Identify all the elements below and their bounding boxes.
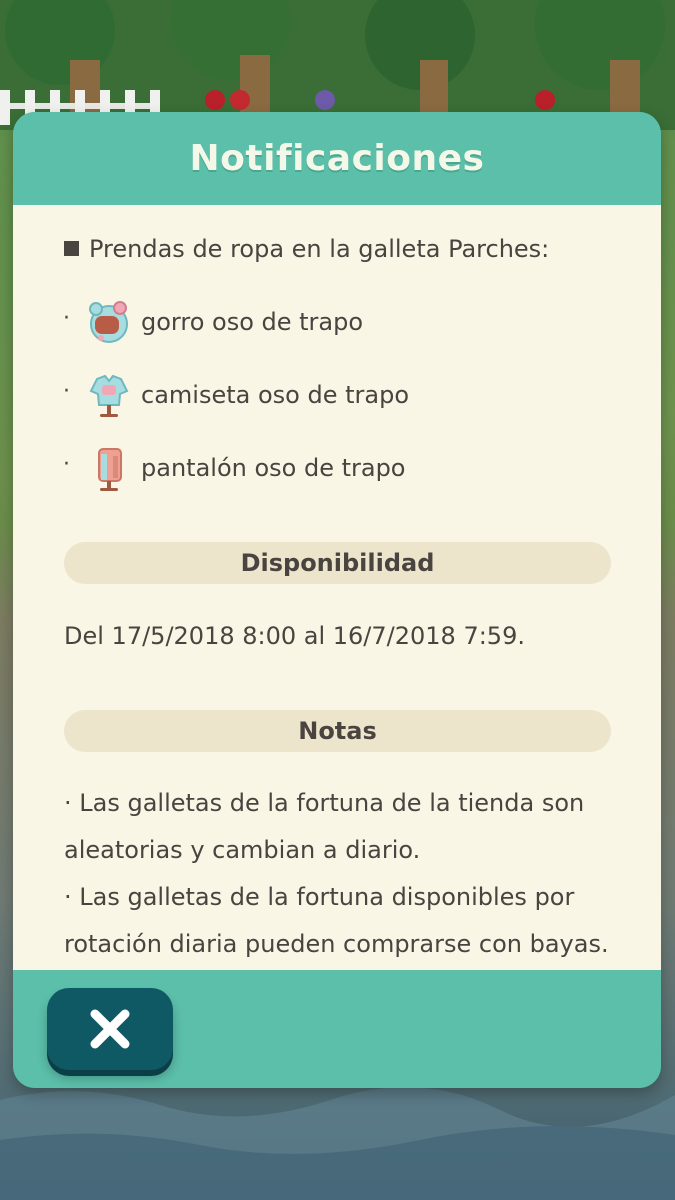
list-item: · gorro oso de trapo [63,300,623,350]
close-x-icon [90,1009,130,1049]
bear-shirt-icon [89,374,129,417]
bear-pants-icon [98,448,122,491]
intro-text: Prendas de ropa en la galleta Parches: [89,235,550,263]
item-bullet: · [63,379,70,404]
list-item: · pantalón oso de trapo [63,446,623,496]
availability-heading: Disponibilidad [240,549,435,577]
background-water [0,1087,675,1200]
close-button[interactable] [47,988,173,1070]
item-label: pantalón oso de trapo [141,454,406,482]
notes-line: rotación diaria pueden comprarse con bay… [64,930,609,958]
notifications-dialog: Notificaciones Prendas de ropa en la gal… [13,112,661,1088]
bear-hat-icon [89,301,128,343]
item-bullet: · [63,306,70,331]
item-label: gorro oso de trapo [141,308,364,336]
square-bullet-icon [64,241,79,256]
notes-line: · Las galletas de la fortuna disponibles… [64,883,575,911]
notes-header: Notas [64,710,611,752]
availability-text: Del 17/5/2018 8:00 al 16/7/2018 7:59. [64,622,525,650]
notes-text: · Las galletas de la fortuna de la tiend… [64,780,624,968]
notes-line: · Las galletas de la fortuna de la tiend… [64,789,585,817]
list-item: · camiseta oso de trapo [63,373,623,423]
dialog-body[interactable]: Prendas de ropa en la galleta Parches: ·… [13,205,661,970]
dialog-footer [13,970,661,1088]
dialog-header: Notificaciones [13,112,661,205]
item-bullet: · [63,452,70,477]
availability-header: Disponibilidad [64,542,611,584]
notes-heading: Notas [298,717,377,745]
item-label: camiseta oso de trapo [141,381,409,409]
notes-line: aleatorias y cambian a diario. [64,836,421,864]
dialog-title: Notificaciones [189,138,485,179]
intro-line: Prendas de ropa en la galleta Parches: [64,235,549,263]
